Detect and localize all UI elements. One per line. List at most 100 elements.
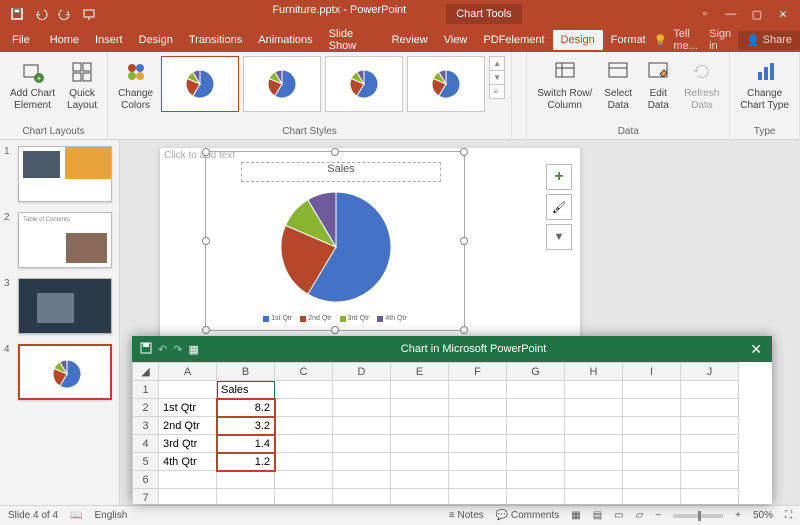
cell-C4[interactable] [275,435,333,453]
cell-D5[interactable] [333,453,391,471]
undo-icon[interactable] [30,3,52,25]
chart-elements-button[interactable]: + [546,164,572,190]
slide-thumb-1[interactable] [18,146,112,202]
quick-layout-button[interactable]: Quick Layout [63,56,101,114]
cell-A6[interactable] [159,471,217,489]
change-colors-button[interactable]: Change Colors [114,56,157,114]
slide-thumb-2[interactable]: Table of Contents [18,212,112,268]
excel-close-button[interactable]: ✕ [740,341,772,358]
cell-H1[interactable] [565,381,623,399]
col-header-D[interactable]: D [333,363,391,381]
cell-C1[interactable] [275,381,333,399]
cell-E6[interactable] [391,471,449,489]
col-header-J[interactable]: J [681,363,739,381]
cell-F7[interactable] [449,489,507,505]
cell-C7[interactable] [275,489,333,505]
cell-C2[interactable] [275,399,333,417]
cell-A2[interactable]: 1st Qtr [159,399,217,417]
cell-G7[interactable] [507,489,565,505]
chart-style-2[interactable] [243,56,321,112]
cell-I5[interactable] [623,453,681,471]
cell-B7[interactable] [217,489,275,505]
cell-B4[interactable]: 1.4 [217,435,275,453]
slide-thumb-4[interactable] [18,344,112,400]
cell-I6[interactable] [623,471,681,489]
cell-E5[interactable] [391,453,449,471]
refresh-data-button[interactable]: Refresh Data [680,56,723,114]
gallery-down-icon[interactable]: ▼ [490,71,504,85]
cell-B6[interactable] [217,471,275,489]
reading-view-icon[interactable]: ▭ [614,510,623,521]
cell-H3[interactable] [565,417,623,435]
cell-H6[interactable] [565,471,623,489]
cell-A4[interactable]: 3rd Qtr [159,435,217,453]
cell-A7[interactable] [159,489,217,505]
cell-D2[interactable] [333,399,391,417]
cell-E3[interactable] [391,417,449,435]
cell-A3[interactable]: 2nd Qtr [159,417,217,435]
cell-I7[interactable] [623,489,681,505]
spell-check-icon[interactable]: 📖 [70,510,82,521]
col-header-H[interactable]: H [565,363,623,381]
chart-data-editor[interactable]: ↶ ↷ ▦ Chart in Microsoft PowerPoint ✕ ◢A… [132,336,772,504]
cell-I2[interactable] [623,399,681,417]
chart-style-3[interactable] [325,56,403,112]
cell-E1[interactable] [391,381,449,399]
slide-indicator[interactable]: Slide 4 of 4 [8,510,58,521]
cell-I4[interactable] [623,435,681,453]
cell-G6[interactable] [507,471,565,489]
tab-animations[interactable]: Animations [250,30,320,50]
cell-G2[interactable] [507,399,565,417]
minimize-icon[interactable]: ― [720,3,742,25]
change-chart-type-button[interactable]: Change Chart Type [736,56,793,114]
cell-J2[interactable] [681,399,739,417]
zoom-in-button[interactable]: + [735,510,741,521]
cell-D3[interactable] [333,417,391,435]
switch-row-column-button[interactable]: Switch Row/ Column [533,56,596,114]
cell-D6[interactable] [333,471,391,489]
chart-filters-button[interactable]: ▼ [546,224,572,250]
ribbon-options-icon[interactable]: ▫ [694,3,716,25]
tab-insert[interactable]: Insert [87,30,131,50]
cell-G3[interactable] [507,417,565,435]
cell-D4[interactable] [333,435,391,453]
cell-H7[interactable] [565,489,623,505]
col-header-B[interactable]: B [217,363,275,381]
excel-grid[interactable]: ◢ABCDEFGHIJ1Sales21st Qtr8.232nd Qtr3.24… [132,362,772,504]
cell-F6[interactable] [449,471,507,489]
cell-F2[interactable] [449,399,507,417]
select-all-cell[interactable]: ◢ [133,363,159,381]
col-header-F[interactable]: F [449,363,507,381]
gallery-up-icon[interactable]: ▲ [490,57,504,71]
cell-B1[interactable]: Sales [217,381,275,399]
excel-grid-icon[interactable]: ▦ [188,343,198,356]
slideshow-view-icon[interactable]: ▱ [636,510,644,521]
save-icon[interactable] [6,3,28,25]
cell-C5[interactable] [275,453,333,471]
chart-style-4[interactable] [407,56,485,112]
tab-review[interactable]: Review [384,30,436,50]
tab-pdfelement[interactable]: PDFelement [475,30,552,50]
cell-I3[interactable] [623,417,681,435]
col-header-E[interactable]: E [391,363,449,381]
add-chart-element-button[interactable]: + Add Chart Element [6,56,59,114]
row-header-2[interactable]: 2 [133,399,159,417]
slide-thumb-3[interactable] [18,278,112,334]
cell-F5[interactable] [449,453,507,471]
chart-object[interactable]: Sales 1st Qtr2nd Qtr3rd Qtr4th Qtr [205,151,465,331]
close-icon[interactable]: ✕ [772,3,794,25]
cell-F4[interactable] [449,435,507,453]
row-header-1[interactable]: 1 [133,381,159,399]
cell-C3[interactable] [275,417,333,435]
cell-J7[interactable] [681,489,739,505]
cell-G5[interactable] [507,453,565,471]
tab-chart-design[interactable]: Design [553,30,603,50]
col-header-C[interactable]: C [275,363,333,381]
col-header-A[interactable]: A [159,363,217,381]
cell-J3[interactable] [681,417,739,435]
cell-F1[interactable] [449,381,507,399]
cell-E4[interactable] [391,435,449,453]
chart-styles-button[interactable]: 🖌 [546,194,572,220]
cell-A1[interactable] [159,381,217,399]
tab-view[interactable]: View [436,30,476,50]
